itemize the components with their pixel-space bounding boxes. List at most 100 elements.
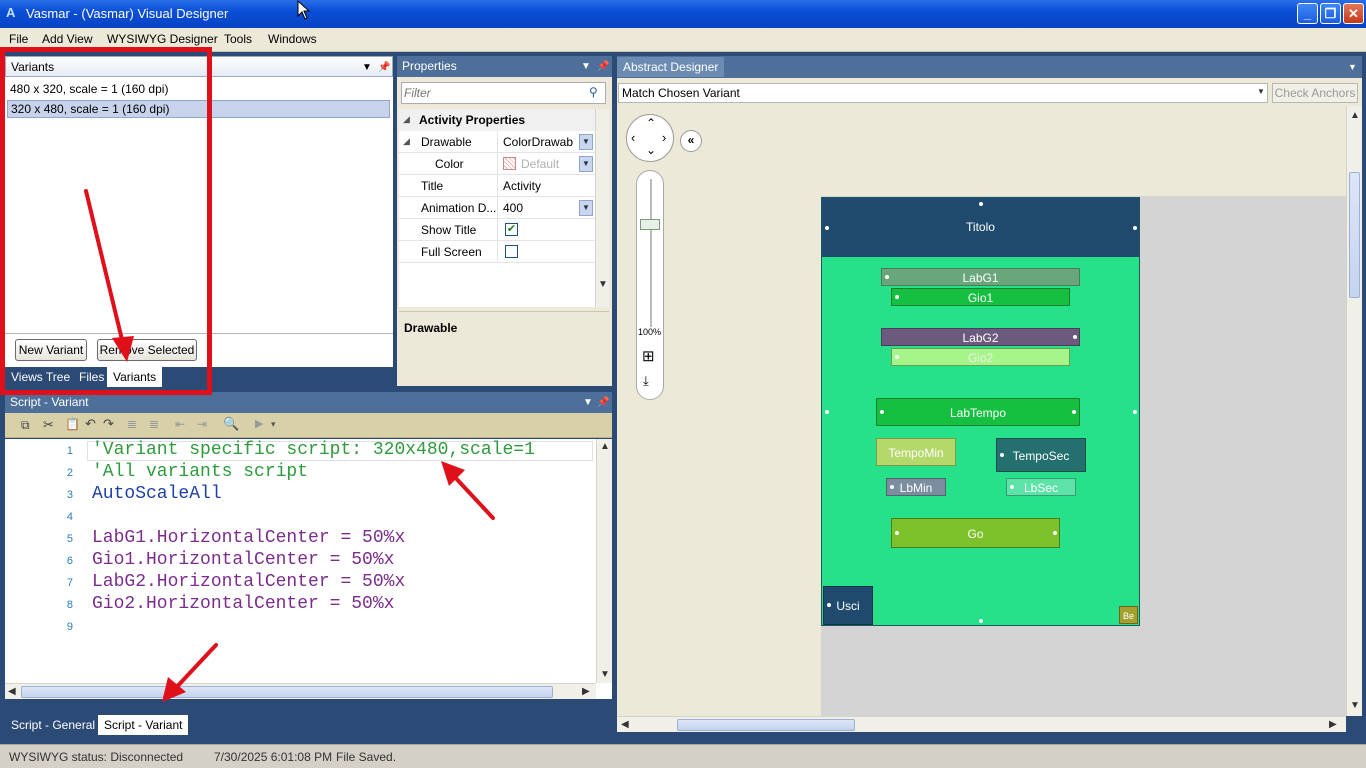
go-button[interactable]: Go xyxy=(891,518,1060,548)
find-icon[interactable]: 🔍 xyxy=(223,416,239,432)
scrollbar-thumb[interactable] xyxy=(21,686,553,698)
tab-abstract-designer[interactable]: Abstract Designer xyxy=(617,57,725,77)
code-editor[interactable]: 1 2 3 4 5 6 7 8 9 'Variant specific scri… xyxy=(5,439,612,699)
cut-icon[interactable]: ✂ xyxy=(43,417,54,433)
chevron-down-icon[interactable]: ▼ xyxy=(1350,700,1360,711)
chevron-left-icon[interactable]: ◀ xyxy=(8,686,16,697)
code-vertical-scrollbar[interactable]: ▲ ▼ xyxy=(596,439,612,683)
dropdown-icon[interactable]: ▼ xyxy=(583,392,593,413)
menu-tools[interactable]: Tools xyxy=(224,32,252,46)
new-variant-button[interactable]: New Variant xyxy=(15,339,87,361)
maximize-button[interactable]: ❐ xyxy=(1320,3,1341,24)
property-row[interactable]: Full Screen xyxy=(399,241,595,263)
chevron-down-icon[interactable]: ⌄ xyxy=(646,143,656,157)
undo-icon[interactable]: ↶ xyxy=(85,416,96,432)
tab-script-variant[interactable]: Script - Variant xyxy=(98,715,189,735)
uncomment-icon[interactable]: ≣ xyxy=(149,417,159,431)
property-value[interactable]: ColorDrawabl xyxy=(503,135,573,149)
tab-script-general[interactable]: Script - General xyxy=(5,715,101,735)
property-value[interactable]: Activity xyxy=(503,179,573,193)
chevron-left-icon[interactable]: ◀ xyxy=(621,719,629,730)
property-row[interactable]: Color Default ▼ xyxy=(399,153,595,175)
copy-icon[interactable]: ⧉ xyxy=(21,418,30,433)
titolo-label[interactable]: Titolo xyxy=(822,198,1139,257)
property-value[interactable]: Default xyxy=(521,157,571,171)
pin-icon[interactable]: 📌 xyxy=(378,57,390,78)
variant-item[interactable]: 480 x 320, scale = 1 (160 dpi) xyxy=(10,82,168,96)
redo-icon[interactable]: ↷ xyxy=(103,416,114,432)
labg2-label[interactable]: LabG2 xyxy=(881,328,1080,346)
chevron-down-icon[interactable]: ▼ xyxy=(579,200,593,216)
dropdown-icon[interactable]: ▼ xyxy=(362,57,372,78)
menu-file[interactable]: File xyxy=(9,32,28,46)
chevron-down-icon[interactable]: ▼ xyxy=(1257,87,1265,96)
chevron-up-icon[interactable]: ⌃ xyxy=(646,116,656,130)
chevron-down-icon[interactable]: ▼ xyxy=(579,134,593,150)
indent-icon[interactable]: ⇥ xyxy=(197,417,207,431)
variant-select[interactable]: Match Chosen Variant ▼ xyxy=(618,83,1268,103)
show-title-checkbox[interactable]: ✔ xyxy=(505,223,518,236)
chevron-up-icon[interactable]: ▲ xyxy=(600,441,610,452)
designer-horizontal-scrollbar[interactable]: ◀ ▶ xyxy=(617,716,1346,732)
remove-selected-button[interactable]: Remove Selected xyxy=(97,339,197,361)
tempomin-label[interactable]: TempoMin xyxy=(876,438,956,466)
be-button[interactable]: Be xyxy=(1119,606,1138,624)
pan-control[interactable]: ⌃ ‹ › ⌄ xyxy=(626,114,674,162)
chevron-down-icon[interactable]: ▾ xyxy=(271,419,276,430)
collapse-icon[interactable]: ◢ xyxy=(403,114,410,125)
paste-icon[interactable]: 📋 xyxy=(65,417,80,431)
pin-icon[interactable]: 📌 xyxy=(597,56,609,77)
temposec-label[interactable]: TempoSec xyxy=(996,438,1086,472)
filter-input[interactable] xyxy=(404,85,584,101)
chevron-left-icon[interactable]: ‹ xyxy=(631,130,635,145)
chevron-right-icon[interactable]: ▶ xyxy=(582,686,590,697)
menu-windows[interactable]: Windows xyxy=(268,32,317,46)
labtempo-label[interactable]: LabTempo xyxy=(876,398,1080,426)
scrollbar-thumb[interactable] xyxy=(1349,172,1360,298)
scrollbar-thumb[interactable] xyxy=(677,719,855,731)
property-row[interactable]: Animation D... 400 ▼ xyxy=(399,197,595,219)
tab-variants[interactable]: Variants xyxy=(107,367,163,387)
slider-thumb[interactable] xyxy=(640,219,660,230)
property-value[interactable]: 400 xyxy=(503,201,573,215)
menu-wysiwyg-designer[interactable]: WYSIWYG Designer xyxy=(107,32,218,46)
chevron-down-icon[interactable]: ▼ xyxy=(600,669,610,680)
lbmin-label[interactable]: LbMin xyxy=(886,478,946,496)
chevron-right-icon[interactable]: ▶ xyxy=(1329,719,1337,730)
tab-files[interactable]: Files xyxy=(73,367,110,387)
chevron-down-icon[interactable]: ▼ xyxy=(579,156,593,172)
property-scrollbar[interactable]: ▼ xyxy=(595,109,609,307)
chevron-up-icon[interactable]: ▲ xyxy=(1350,110,1360,121)
code-horizontal-scrollbar[interactable]: ◀ ▶ xyxy=(5,683,596,699)
download-icon[interactable]: ⤓ xyxy=(643,373,649,389)
gio2-field[interactable]: Gio2 xyxy=(891,348,1070,366)
collapse-icon[interactable]: ◢ xyxy=(403,136,410,147)
menu-add-view[interactable]: Add View xyxy=(42,32,92,46)
property-row[interactable]: Title Activity xyxy=(399,175,595,197)
variant-item-selected[interactable]: 320 x 480, scale = 1 (160 dpi) xyxy=(7,100,390,118)
run-icon[interactable]: ▶ xyxy=(255,417,263,430)
property-row[interactable]: Show Title ✔ xyxy=(399,219,595,241)
chevron-right-icon[interactable]: › xyxy=(662,130,666,145)
property-row[interactable]: ◢ Drawable ColorDrawabl ▼ xyxy=(399,131,595,153)
tab-views-tree[interactable]: Views Tree xyxy=(5,367,76,387)
dropdown-icon[interactable]: ▼ xyxy=(581,56,591,77)
dropdown-icon[interactable]: ▼ xyxy=(1348,62,1357,72)
check-anchors-button[interactable]: Check Anchors xyxy=(1272,83,1358,103)
pin-icon[interactable]: 📌 xyxy=(597,392,609,413)
collapse-left-icon[interactable]: « xyxy=(680,130,702,152)
zoom-fit-icon[interactable]: ⊞ xyxy=(642,347,655,365)
lbsec-label[interactable]: LbSec xyxy=(1006,478,1076,496)
designer-vertical-scrollbar[interactable]: ▲ ▼ xyxy=(1346,106,1362,716)
comment-icon[interactable]: ≣ xyxy=(127,417,137,431)
chevron-down-icon[interactable]: ▼ xyxy=(598,279,608,290)
outdent-icon[interactable]: ⇤ xyxy=(175,417,185,431)
designer-canvas[interactable]: ⌃ ‹ › ⌄ « 100% ⊞ ⤓ Titolo LabG1 Gio1 Lab… xyxy=(617,106,1346,716)
gio1-field[interactable]: Gio1 xyxy=(891,288,1070,306)
minimize-button[interactable]: _ xyxy=(1297,3,1318,24)
zoom-slider[interactable]: 100% ⊞ ⤓ xyxy=(636,170,664,400)
section-title: Activity Properties xyxy=(419,113,526,127)
labg1-label[interactable]: LabG1 xyxy=(881,268,1080,286)
full-screen-checkbox[interactable] xyxy=(505,245,518,258)
close-button[interactable]: ✕ xyxy=(1343,3,1364,24)
